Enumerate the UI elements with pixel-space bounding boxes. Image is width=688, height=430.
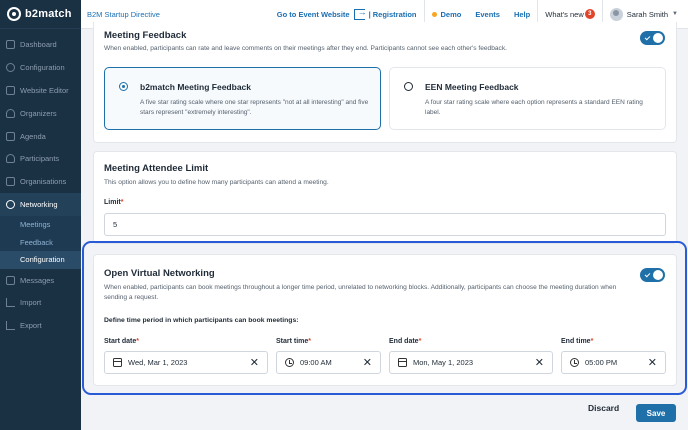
save-button[interactable]: Save [636, 404, 676, 422]
b2match-feedback-desc: A five star rating scale where one star … [140, 99, 369, 117]
external-link-icon [353, 7, 367, 20]
attendee-limit-desc: This option allows you to define how man… [104, 179, 329, 186]
user-name: Sarah Smith [626, 9, 669, 19]
networking-subnav: Meetings Feedback Configuration [0, 216, 81, 269]
event-name: B2M Startup Directive [87, 9, 160, 19]
registration-link[interactable]: | Registration [369, 10, 417, 19]
sidebar-item-label: Dashboard [20, 39, 57, 49]
discard-button[interactable]: Discard [588, 403, 619, 413]
sidebar-item-label: Website Editor [20, 85, 69, 95]
meeting-feedback-card: Meeting Feedback When enabled, participa… [93, 22, 677, 143]
een-feedback-desc: A four star rating scale where each opti… [425, 99, 643, 117]
demo-label: Demo [440, 9, 462, 19]
b2match-feedback-title: b2match Meeting Feedback [140, 82, 252, 92]
meeting-feedback-title: Meeting Feedback [104, 30, 187, 41]
sidebar-subitem-meetings[interactable]: Meetings [0, 216, 81, 234]
sidebar-item-messages[interactable]: Messages [0, 269, 81, 292]
sidebar-item-label: Organizers [20, 108, 57, 118]
sidebar-item-label: Networking [20, 200, 58, 210]
sidebar-item-label: Organisations [20, 177, 67, 187]
events-link[interactable]: Events [468, 10, 507, 19]
demo-link[interactable]: Demo [425, 10, 469, 19]
sidebar-item-label: Import [20, 298, 42, 308]
chevron-down-icon: ▼ [672, 11, 678, 17]
sidebar-item-participants[interactable]: Participants [0, 147, 81, 170]
limit-label: Limit* [104, 199, 123, 206]
meeting-feedback-toggle[interactable] [640, 31, 665, 45]
logo[interactable]: b2match [0, 0, 81, 29]
radio-unselected-icon [404, 82, 413, 91]
sidebar-subitem-configuration[interactable]: Configuration [0, 251, 81, 269]
sidebar: b2match Dashboard Configuration Website … [0, 0, 81, 430]
sidebar-item-organisations[interactable]: Organisations [0, 170, 81, 193]
sidebar-item-dashboard[interactable]: Dashboard [0, 33, 81, 56]
whats-new-link[interactable]: What's new 3 [538, 9, 602, 19]
sidebar-item-networking[interactable]: Networking [0, 193, 81, 217]
go-to-event-website-label: Go to Event Website [276, 9, 350, 19]
organisations-icon [6, 177, 15, 187]
highlight-outline [82, 241, 687, 395]
dashboard-icon [6, 39, 15, 49]
website-editor-icon [6, 85, 15, 95]
limit-input[interactable]: 5 [104, 213, 666, 236]
agenda-icon [6, 131, 15, 141]
logo-text: b2match [25, 8, 72, 20]
sidebar-item-label: Messages [20, 275, 55, 285]
sidebar-item-organizers[interactable]: Organizers [0, 102, 81, 125]
een-feedback-title: EEN Meeting Feedback [425, 82, 519, 92]
import-icon [6, 298, 15, 308]
b2match-feedback-option[interactable]: b2match Meeting Feedback A five star rat… [104, 67, 381, 130]
user-menu[interactable]: Sarah Smith ▼ [603, 7, 688, 21]
sidebar-item-agenda[interactable]: Agenda [0, 125, 81, 148]
sidebar-item-label: Agenda [20, 131, 46, 141]
sidebar-item-label: Export [20, 321, 42, 331]
b2match-logo-icon [7, 7, 21, 21]
avatar [609, 7, 623, 21]
whats-new-badge: 3 [584, 9, 595, 19]
sidebar-subitem-feedback[interactable]: Feedback [0, 234, 81, 252]
go-to-event-website-link[interactable]: Go to Event Website | Registration [270, 7, 424, 20]
networking-icon [6, 200, 15, 210]
participants-icon [6, 154, 15, 164]
limit-label-text: Limit [104, 199, 121, 206]
sidebar-nav: Dashboard Configuration Website Editor O… [0, 29, 81, 337]
radio-selected-icon [119, 82, 128, 91]
demo-status-dot-icon [431, 11, 437, 17]
sidebar-item-configuration[interactable]: Configuration [0, 56, 81, 79]
een-feedback-option[interactable]: EEN Meeting Feedback A four star rating … [389, 67, 666, 130]
configuration-icon [6, 62, 15, 72]
help-link[interactable]: Help [507, 10, 537, 19]
sidebar-item-label: Configuration [20, 62, 65, 72]
whats-new-label: What's new [545, 9, 584, 19]
attendee-limit-title: Meeting Attendee Limit [104, 163, 209, 174]
sidebar-item-import[interactable]: Import [0, 292, 81, 315]
organizers-icon [6, 108, 15, 118]
sidebar-item-export[interactable]: Export [0, 314, 81, 337]
messages-icon [6, 275, 15, 285]
attendee-limit-card: Meeting Attendee Limit This option allow… [93, 151, 677, 244]
sidebar-item-label: Participants [20, 154, 60, 164]
required-asterisk: * [120, 199, 124, 206]
export-icon [6, 321, 15, 331]
sidebar-item-website-editor[interactable]: Website Editor [0, 79, 81, 102]
limit-value: 5 [113, 220, 118, 229]
meeting-feedback-desc: When enabled, participants can rate and … [104, 45, 507, 52]
